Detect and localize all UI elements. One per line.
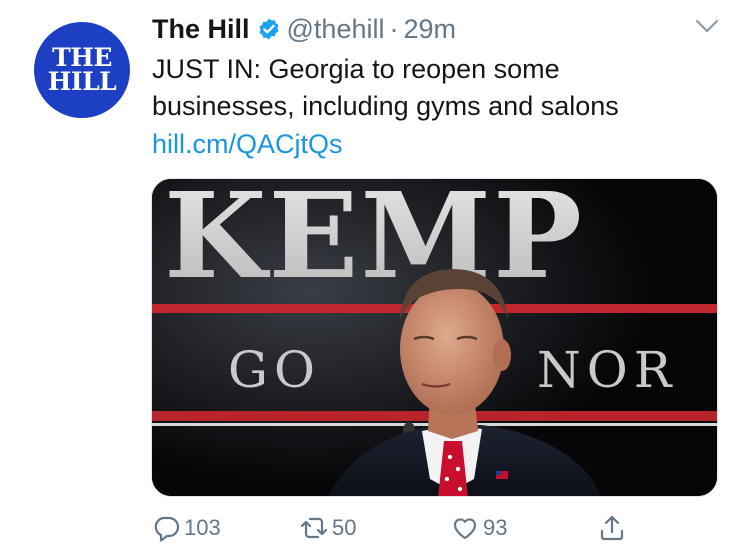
tweet-timestamp[interactable]: 29m <box>403 14 456 45</box>
reply-count: 103 <box>184 515 221 540</box>
tweet-text-line1: JUST IN: Georgia to reopen some <box>152 54 560 84</box>
tweet-media-photo[interactable]: KEMP GO NOR <box>151 178 718 497</box>
retweet-count: 50 <box>332 515 357 540</box>
account-name[interactable]: The Hill <box>152 14 250 45</box>
like-icon <box>453 518 477 540</box>
tweet-header: The Hill @thehill · 29m <box>152 12 456 46</box>
account-handle[interactable]: @thehill <box>287 14 385 45</box>
sign-kemp-text: KEMP <box>164 179 584 305</box>
sign-gov-text-left: GO <box>228 341 321 399</box>
share-button[interactable] <box>598 510 626 546</box>
tweet-actions-bar: 103 50 93 <box>152 510 632 546</box>
chevron-down-icon[interactable] <box>694 16 720 36</box>
verified-badge-icon <box>259 18 279 40</box>
retweet-button[interactable]: 50 <box>300 510 356 546</box>
tweet-text: JUST IN: Georgia to reopen some business… <box>152 51 712 125</box>
reply-button[interactable]: 103 <box>152 510 221 546</box>
like-button[interactable]: 93 <box>451 510 507 546</box>
reply-icon <box>154 516 180 542</box>
like-count: 93 <box>483 515 508 540</box>
avatar-text-line2: HILL <box>47 67 117 96</box>
separator-dot: · <box>389 13 399 44</box>
tweet-link[interactable]: hill.cm/QACjtQs <box>152 126 343 163</box>
tweet-text-line2: businesses, including gyms and salons <box>152 91 619 121</box>
retweet-icon <box>300 517 328 539</box>
share-icon <box>600 515 624 541</box>
sign-gov-text-right: NOR <box>537 341 677 399</box>
photo-scene: KEMP GO NOR <box>152 179 717 496</box>
avatar[interactable]: THE HILL <box>34 22 130 118</box>
